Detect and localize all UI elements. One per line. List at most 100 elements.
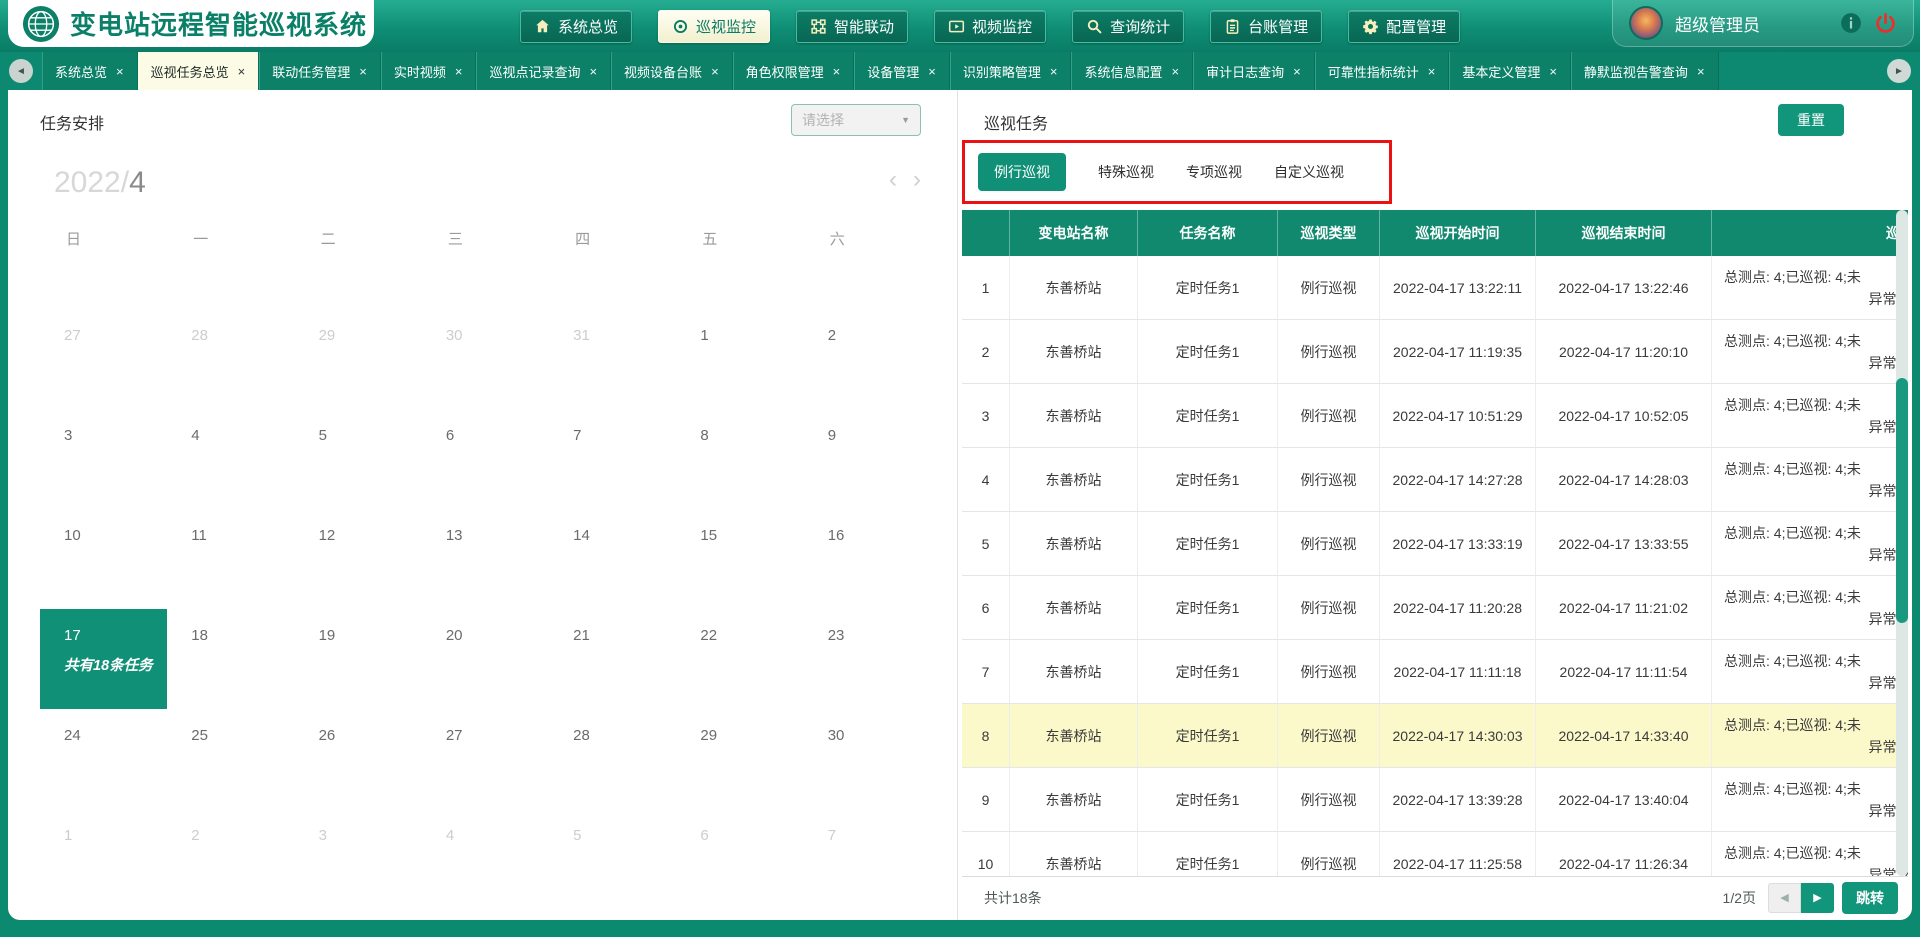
calendar-day[interactable]: 16 [804,509,931,609]
calendar-day[interactable]: 2 [167,809,294,909]
calendar-day[interactable]: 1 [676,309,803,409]
tab-item[interactable]: 视频设备台账× [611,52,733,90]
calendar-day[interactable]: 2 [804,309,931,409]
calendar-day[interactable]: 24 [40,709,167,809]
scrollbar-thumb[interactable] [1896,378,1908,623]
station-select[interactable]: 请选择 ▼ [791,104,921,136]
tab-close-icon[interactable]: × [116,64,124,79]
tab-scroll-left-icon[interactable]: ◄ [9,59,33,83]
calendar-day[interactable]: 28 [167,309,294,409]
calendar-day[interactable]: 20 [422,609,549,709]
calendar-day[interactable]: 21 [549,609,676,709]
jump-button[interactable]: 跳转 [1842,882,1898,914]
calendar-day[interactable]: 30 [804,709,931,809]
type-tab[interactable]: 专项巡视 [1186,162,1242,182]
tab-close-icon[interactable]: × [833,64,841,79]
table-row[interactable]: 3东善桥站定时任务1例行巡视2022-04-17 10:51:292022-04… [962,384,1908,448]
tab-close-icon[interactable]: × [1172,64,1180,79]
type-tab[interactable]: 特殊巡视 [1098,162,1154,182]
tab-item[interactable]: 可靠性指标统计× [1315,52,1450,90]
calendar-day[interactable]: 18 [167,609,294,709]
tab-item[interactable]: 设备管理× [854,52,950,90]
tab-item[interactable]: 实时视频× [381,52,477,90]
tab-item[interactable]: 基本定义管理× [1449,52,1571,90]
calendar-day[interactable]: 3 [40,409,167,509]
table-row[interactable]: 6东善桥站定时任务1例行巡视2022-04-17 11:20:282022-04… [962,576,1908,640]
tab-item[interactable]: 静默监视告警查询× [1571,52,1719,90]
calendar-day[interactable]: 19 [295,609,422,709]
tab-item[interactable]: 巡视点记录查询× [476,52,611,90]
calendar-day[interactable]: 8 [676,409,803,509]
nav-button-video[interactable]: 视频监控 [934,10,1046,43]
table-row[interactable]: 5东善桥站定时任务1例行巡视2022-04-17 13:33:192022-04… [962,512,1908,576]
logout-power-icon[interactable] [1874,12,1897,35]
calendar-day[interactable]: 4 [422,809,549,909]
calendar-day[interactable]: 28 [549,709,676,809]
calendar-day[interactable]: 7 [804,809,931,909]
tab-close-icon[interactable]: × [455,64,463,79]
calendar-day[interactable]: 15 [676,509,803,609]
calendar-day[interactable]: 29 [295,309,422,409]
calendar-day[interactable]: 5 [295,409,422,509]
calendar-next-icon[interactable]: › [913,168,921,192]
tab-close-icon[interactable]: × [928,64,936,79]
tab-scroll-right-icon[interactable]: ► [1887,59,1911,83]
nav-button-home[interactable]: 系统总览 [520,10,632,43]
calendar-day[interactable]: 22 [676,609,803,709]
calendar-day[interactable]: 25 [167,709,294,809]
tab-close-icon[interactable]: × [1549,64,1557,79]
prev-page-button[interactable]: ◀ [1768,883,1801,913]
calendar-day[interactable]: 1 [40,809,167,909]
tab-item[interactable]: 巡视任务总览× [138,52,260,90]
table-scrollbar[interactable] [1896,210,1908,876]
tab-item[interactable]: 角色权限管理× [733,52,855,90]
nav-button-eye[interactable]: 巡视监控 [658,10,770,43]
tab-item[interactable]: 审计日志查询× [1193,52,1315,90]
calendar-day[interactable]: 14 [549,509,676,609]
calendar-day[interactable]: 29 [676,709,803,809]
tab-close-icon[interactable]: × [589,64,597,79]
tab-item[interactable]: 识别策略管理× [950,52,1072,90]
calendar-day[interactable]: 3 [295,809,422,909]
table-row[interactable]: 10东善桥站定时任务1例行巡视2022-04-17 11:25:582022-0… [962,832,1908,876]
calendar-day[interactable]: 27 [422,709,549,809]
tab-item[interactable]: 系统总览× [42,52,138,90]
next-page-button[interactable]: ▶ [1801,883,1834,913]
table-row[interactable]: 7东善桥站定时任务1例行巡视2022-04-17 11:11:182022-04… [962,640,1908,704]
table-row[interactable]: 9东善桥站定时任务1例行巡视2022-04-17 13:39:282022-04… [962,768,1908,832]
table-row[interactable]: 8东善桥站定时任务1例行巡视2022-04-17 14:30:032022-04… [962,704,1908,768]
tab-item[interactable]: 系统信息配置× [1071,52,1193,90]
table-row[interactable]: 2东善桥站定时任务1例行巡视2022-04-17 11:19:352022-04… [962,320,1908,384]
info-icon[interactable] [1840,12,1862,34]
user-avatar[interactable] [1629,6,1663,40]
calendar-day[interactable]: 6 [676,809,803,909]
tab-close-icon[interactable]: × [1428,64,1436,79]
type-tab[interactable]: 自定义巡视 [1274,162,1344,182]
calendar-prev-icon[interactable]: ‹ [889,168,897,192]
table-row[interactable]: 1东善桥站定时任务1例行巡视2022-04-17 13:22:112022-04… [962,256,1908,320]
calendar-day[interactable]: 10 [40,509,167,609]
nav-button-ledger[interactable]: 台账管理 [1210,10,1322,43]
calendar-day[interactable]: 23 [804,609,931,709]
tab-close-icon[interactable]: × [359,64,367,79]
calendar-day[interactable]: 11 [167,509,294,609]
reset-button[interactable]: 重置 [1778,104,1844,136]
nav-button-search[interactable]: 查询统计 [1072,10,1184,43]
table-row[interactable]: 4东善桥站定时任务1例行巡视2022-04-17 14:27:282022-04… [962,448,1908,512]
tab-item[interactable]: 联动任务管理× [259,52,381,90]
calendar-day[interactable]: 13 [422,509,549,609]
calendar-day[interactable]: 7 [549,409,676,509]
calendar-day[interactable]: 31 [549,309,676,409]
calendar-day[interactable]: 6 [422,409,549,509]
nav-button-gear[interactable]: 配置管理 [1348,10,1460,43]
calendar-day[interactable]: 27 [40,309,167,409]
calendar-day[interactable]: 30 [422,309,549,409]
calendar-day[interactable]: 5 [549,809,676,909]
tab-close-icon[interactable]: × [1050,64,1058,79]
nav-button-smart-link[interactable]: 智能联动 [796,10,908,43]
tab-close-icon[interactable]: × [238,64,246,79]
calendar-day[interactable]: 9 [804,409,931,509]
calendar-day[interactable]: 4 [167,409,294,509]
tab-close-icon[interactable]: × [711,64,719,79]
tab-close-icon[interactable]: × [1293,64,1301,79]
